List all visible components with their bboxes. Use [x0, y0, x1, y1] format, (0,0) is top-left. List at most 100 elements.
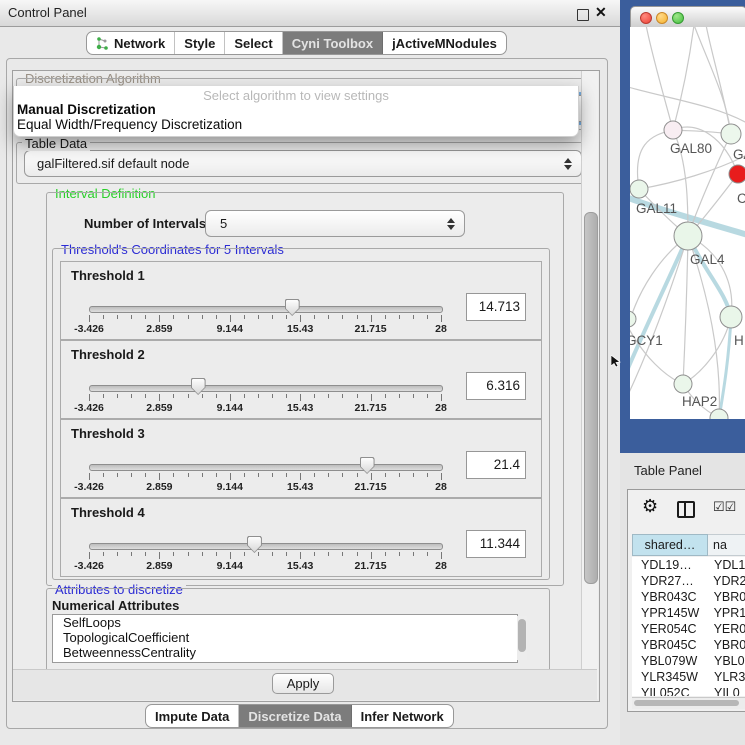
- minimize-traffic-light-icon[interactable]: [656, 12, 668, 24]
- threshold-value-field[interactable]: 14.713: [466, 293, 526, 321]
- table-row[interactable]: YDL19…YDL1: [632, 557, 745, 573]
- network-canvas[interactable]: GAL80GAGAL11CGAL4GCY1HHAP2: [630, 27, 745, 419]
- slider-tick: [188, 473, 189, 477]
- checkboxes-icon[interactable]: ☑☑: [713, 499, 736, 515]
- hscroll-thumb[interactable]: [634, 700, 739, 706]
- tab-infer-network-label: Infer Network: [361, 709, 444, 724]
- threshold-value-field[interactable]: 21.4: [466, 451, 526, 479]
- slider-tick: [272, 394, 273, 398]
- slider-tick: [258, 315, 259, 319]
- network-node[interactable]: [710, 409, 728, 419]
- threshold-value-field[interactable]: 11.344: [466, 530, 526, 558]
- slider-tick: [230, 552, 231, 559]
- close-icon[interactable]: ✕: [595, 4, 607, 21]
- slider-tick-label: 2.859: [134, 323, 184, 335]
- slider-thumb[interactable]: [285, 299, 300, 316]
- float-window-icon[interactable]: [577, 9, 589, 21]
- slider-thumb[interactable]: [247, 536, 262, 553]
- network-node[interactable]: [630, 180, 648, 198]
- columns-icon[interactable]: [677, 501, 695, 518]
- table-row[interactable]: YER054CYER0: [632, 621, 745, 637]
- table-horizontal-scrollbar[interactable]: [632, 697, 745, 709]
- slider-thumb[interactable]: [360, 457, 375, 474]
- slider-tick: [272, 315, 273, 319]
- panel-scrollbar-thumb[interactable]: [584, 212, 598, 584]
- close-traffic-light-icon[interactable]: [640, 12, 652, 24]
- table-row[interactable]: YBL079WYBL0: [632, 653, 745, 669]
- dropdown-option-manual-discretization[interactable]: Manual Discretization: [17, 102, 156, 117]
- cell-shared-name: YLR345W: [632, 669, 707, 685]
- network-edge: [630, 236, 688, 373]
- numerical-attributes-list[interactable]: SelfLoopsTopologicalCoefficientBetweenne…: [52, 614, 518, 663]
- network-node[interactable]: [630, 311, 636, 327]
- dropdown-placeholder-option[interactable]: Select algorithm to view settings: [14, 88, 578, 103]
- table-row[interactable]: YBR043CYBR0: [632, 589, 745, 605]
- panel-scrollbar[interactable]: [581, 71, 598, 699]
- network-node-label: GCY1: [630, 333, 663, 348]
- slider-tick: [230, 473, 231, 480]
- cell-name: YDL1: [707, 557, 745, 573]
- slider-tick: [286, 552, 287, 556]
- slider-tick: [117, 315, 118, 319]
- table-row[interactable]: YIL052CYIL0: [632, 685, 745, 696]
- table-row[interactable]: YBR045CYBR0: [632, 637, 745, 653]
- num-intervals-combobox[interactable]: 5: [205, 210, 465, 237]
- dropdown-option-equal-width[interactable]: Equal Width/Frequency Discretization: [17, 117, 242, 132]
- tab-cyni-toolbox[interactable]: Cyni Toolbox: [283, 32, 383, 54]
- table-row[interactable]: YDR27…YDR2: [632, 573, 745, 589]
- slider-thumb[interactable]: [191, 378, 206, 395]
- table-row[interactable]: YPR145WYPR1: [632, 605, 745, 621]
- slider-track[interactable]: [89, 385, 443, 392]
- network-window-titlebar[interactable]: [630, 6, 745, 29]
- network-node[interactable]: [729, 165, 745, 183]
- slider-track[interactable]: [89, 543, 443, 550]
- slider-tick: [173, 315, 174, 319]
- slider-tick: [216, 394, 217, 398]
- tab-discretize-data[interactable]: Discretize Data: [239, 705, 351, 727]
- threshold-block: Threshold 3-3.4262.8599.14415.4321.71528…: [60, 419, 542, 498]
- column-header-name[interactable]: na: [708, 534, 745, 556]
- attribute-list-item[interactable]: TopologicalCoefficient: [53, 630, 517, 645]
- gear-icon[interactable]: ⚙: [642, 497, 658, 515]
- tab-jactivemnodules[interactable]: jActiveMNodules: [383, 32, 506, 54]
- attribute-list-item[interactable]: BetweennessCentrality: [53, 645, 517, 660]
- threshold-value-field[interactable]: 6.316: [466, 372, 526, 400]
- network-node[interactable]: [664, 121, 682, 139]
- tab-select[interactable]: Select: [225, 32, 282, 54]
- cell-name: YBL0: [707, 653, 745, 669]
- tab-impute-data[interactable]: Impute Data: [146, 705, 239, 727]
- slider-tick: [244, 394, 245, 398]
- table-rows[interactable]: YDL19…YDL1YDR27…YDR2YBR043CYBR0YPR145WYP…: [632, 557, 745, 696]
- slider-tick: [342, 552, 343, 556]
- network-node-label: HAP2: [682, 394, 717, 409]
- table-row[interactable]: YLR345WYLR3: [632, 669, 745, 685]
- network-node[interactable]: [721, 124, 741, 144]
- tab-infer-network[interactable]: Infer Network: [352, 705, 453, 727]
- slider-tick-label: 9.144: [205, 481, 255, 493]
- network-node[interactable]: [720, 306, 742, 328]
- slider-track[interactable]: [89, 464, 443, 471]
- panel-title: Control Panel: [8, 5, 87, 20]
- network-node[interactable]: [674, 375, 692, 393]
- tab-style[interactable]: Style: [175, 32, 225, 54]
- tab-jactivemnodules-label: jActiveMNodules: [392, 36, 497, 51]
- slider-tick: [258, 473, 259, 477]
- slider-tick: [385, 473, 386, 477]
- network-edge: [694, 27, 731, 134]
- slider-tick: [216, 552, 217, 556]
- attribute-list-item[interactable]: SelfLoops: [53, 615, 517, 630]
- slider-track[interactable]: [89, 306, 443, 313]
- table-data-combobox[interactable]: galFiltered.sif default node: [24, 150, 582, 177]
- threshold-block: Threshold 1-3.4262.8599.14415.4321.71528…: [60, 261, 542, 340]
- network-edge: [646, 27, 673, 130]
- bottom-tab-bar: Impute Data Discretize Data Infer Networ…: [145, 704, 454, 728]
- slider-tick: [385, 394, 386, 398]
- zoom-traffic-light-icon[interactable]: [672, 12, 684, 24]
- threshold-label: Threshold 1: [71, 268, 145, 283]
- tab-network[interactable]: Network: [87, 32, 175, 54]
- attributes-scrollbar[interactable]: [517, 616, 527, 660]
- threshold-label: Threshold 4: [71, 505, 145, 520]
- column-header-shared-name[interactable]: shared…: [632, 534, 708, 556]
- apply-button[interactable]: Apply: [272, 673, 334, 694]
- network-node[interactable]: [674, 222, 702, 250]
